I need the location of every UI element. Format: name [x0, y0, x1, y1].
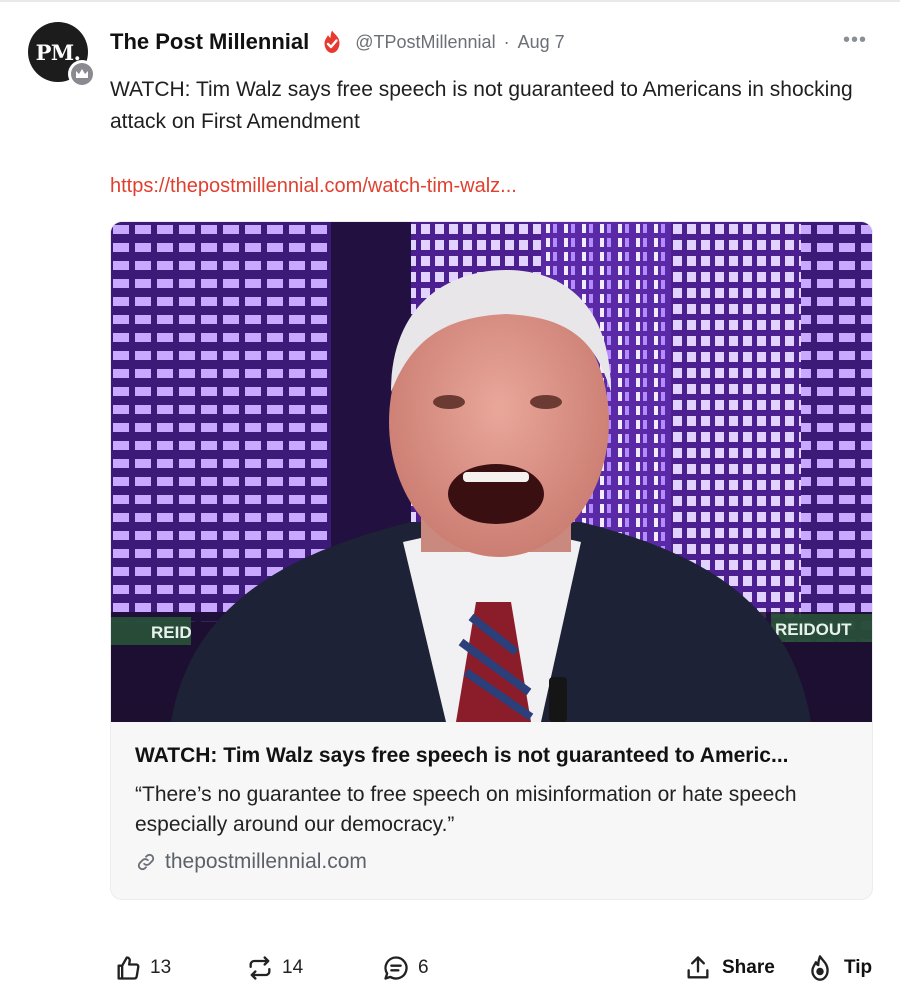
comment-count: 6: [418, 957, 429, 978]
post-link[interactable]: https://thepostmillennial.com/watch-tim-…: [110, 170, 517, 202]
card-description: “There’s no guarantee to free speech on …: [135, 783, 797, 836]
repost-count: 14: [282, 957, 304, 978]
like-button[interactable]: 13: [114, 948, 171, 988]
comment-button[interactable]: 6: [382, 948, 429, 988]
display-name[interactable]: The Post Millennial: [110, 29, 309, 55]
top-divider: [0, 0, 900, 2]
separator-dot: ·: [503, 31, 510, 52]
comment-icon: [384, 956, 408, 980]
avatar-initials: PM.: [35, 39, 81, 65]
tip-label: Tip: [844, 957, 873, 978]
share-label: Share: [722, 957, 775, 978]
post-date[interactable]: Aug 7: [518, 32, 565, 53]
reid-overlay-right: REIDOUT: [775, 620, 852, 639]
repost-button[interactable]: 14: [246, 948, 303, 988]
post-header: The Post Millennial @TPostMillennial · A…: [110, 26, 565, 58]
action-bar: 13 14 6 Share Tip: [0, 948, 900, 988]
card-domain: thepostmillennial.com: [165, 850, 367, 873]
crown-badge-icon: [68, 60, 96, 88]
author-handle[interactable]: @TPostMillennial: [355, 32, 495, 53]
more-options-icon[interactable]: •••: [838, 26, 872, 54]
share-icon: [687, 956, 709, 979]
link-icon: [135, 851, 157, 873]
card-preview-image: REID REIDOUT: [111, 222, 872, 722]
verified-flame-icon: [319, 29, 345, 55]
reid-overlay-left: REID: [151, 623, 192, 642]
thumbs-up-icon: [117, 956, 140, 980]
share-button[interactable]: Share: [684, 948, 775, 988]
card-title[interactable]: WATCH: Tim Walz says free speech is not …: [135, 744, 855, 768]
post-body-text: WATCH: Tim Walz says free speech is not …: [110, 78, 853, 133]
link-preview-card[interactable]: REID REIDOUT WATCH: Tim Walz says free s…: [110, 221, 873, 900]
tip-button[interactable]: Tip: [806, 948, 872, 988]
like-count: 13: [150, 957, 172, 978]
repost-icon: [249, 956, 271, 980]
card-domain-row[interactable]: thepostmillennial.com: [135, 850, 367, 874]
tip-flame-icon: [811, 955, 829, 981]
